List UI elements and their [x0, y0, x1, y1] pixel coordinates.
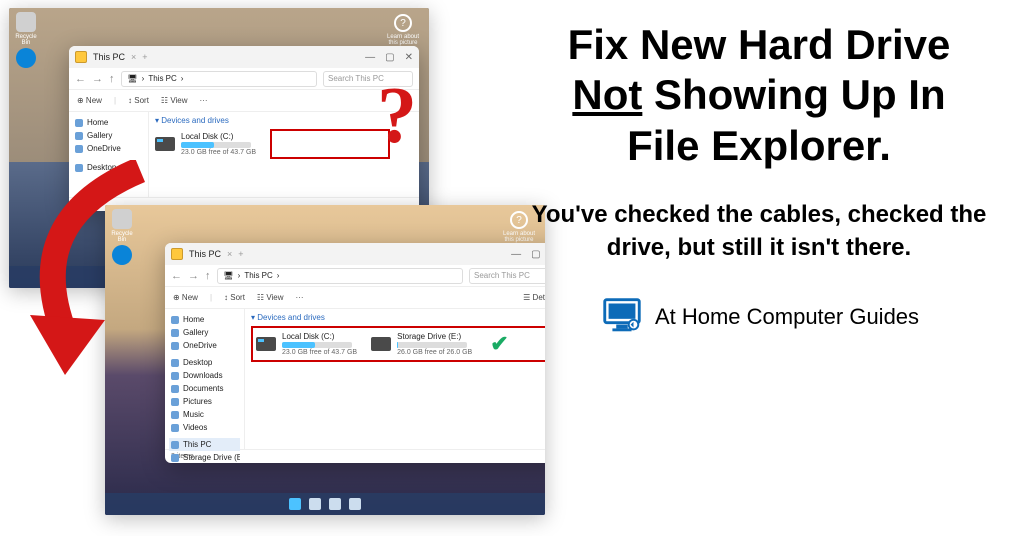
toolbar: ⊕ New | ↕ Sort ☷ View ··· ☰ Details — [165, 287, 545, 309]
titlebar: This PC × + — ▢ ✕ — [69, 46, 419, 68]
taskbar-explorer-icon[interactable] — [329, 498, 341, 510]
sidebar-item-storage-e[interactable]: Storage Drive (E:) — [169, 451, 240, 463]
forward-button[interactable]: → — [92, 73, 103, 85]
page-title: Fix New Hard Drive Not Showing Up In Fil… — [524, 20, 994, 171]
taskbar-search-icon[interactable] — [309, 498, 321, 510]
maximize-button[interactable]: ▢ — [385, 52, 394, 63]
start-button[interactable] — [289, 498, 301, 510]
drive-c[interactable]: Local Disk (C:) 23.0 GB free of 43.7 GB — [256, 331, 357, 357]
minimize-button[interactable]: — — [511, 249, 521, 260]
more-button[interactable]: ··· — [200, 96, 208, 105]
checkmark-icon: ✔ — [490, 331, 508, 357]
sidebar-item-gallery[interactable]: Gallery — [73, 129, 144, 142]
toolbar: ⊕ New | ↕ Sort ☷ View ··· — [69, 90, 419, 112]
forward-button[interactable]: → — [188, 270, 199, 282]
brand-label: At Home Computer Guides — [655, 304, 919, 330]
breadcrumb[interactable]: 🖥 › This PC › — [121, 71, 318, 87]
sort-button[interactable]: ↕ Sort — [224, 293, 245, 302]
edge-icon — [13, 48, 39, 70]
section-header: Devices and drives — [257, 313, 325, 322]
drive-c[interactable]: Local Disk (C:) 23.0 GB free of 43.7 GB — [155, 129, 256, 159]
question-mark-icon: ? — [377, 71, 417, 162]
window-title: This PC — [93, 52, 125, 62]
subheading: You've checked the cables, checked the d… — [524, 199, 994, 264]
section-header: Devices and drives — [161, 116, 229, 125]
disk-icon — [155, 137, 175, 151]
found-drive-callout: Local Disk (C:) 23.0 GB free of 43.7 GB … — [251, 326, 545, 362]
up-button[interactable]: ↑ — [205, 270, 211, 282]
taskbar-app-icon[interactable] — [349, 498, 361, 510]
monitor-icon — [599, 292, 645, 343]
recycle-bin-icon: Recycle Bin — [13, 12, 39, 46]
minimize-button[interactable]: — — [365, 52, 375, 63]
disk-icon — [371, 337, 391, 351]
close-button[interactable]: ✕ — [405, 52, 413, 63]
titlebar: This PC × + — ▢ ✕ — [165, 243, 545, 265]
sidebar-item-music[interactable]: Music — [169, 408, 240, 421]
up-button[interactable]: ↑ — [109, 73, 115, 85]
disk-icon — [256, 337, 276, 351]
headline-block: Fix New Hard Drive Not Showing Up In Fil… — [524, 20, 994, 343]
sidebar-item-thispc[interactable]: This PC — [169, 438, 240, 451]
brand-row: At Home Computer Guides — [524, 292, 994, 343]
address-bar-row: ← → ↑ 🖥 › This PC › Search This PC — [165, 265, 545, 287]
taskbar — [105, 493, 545, 515]
breadcrumb[interactable]: 🖥 › This PC › — [217, 268, 464, 284]
main-pane: ▾ Devices and drives Local Disk (C:) 23.… — [245, 309, 545, 449]
folder-icon — [75, 51, 87, 63]
sort-button[interactable]: ↕ Sort — [128, 96, 149, 105]
arrow-icon — [10, 160, 180, 380]
new-button[interactable]: ⊕ New — [77, 96, 102, 105]
sidebar-item-videos[interactable]: Videos — [169, 421, 240, 434]
more-button[interactable]: ··· — [296, 293, 304, 302]
sidebar-item-onedrive[interactable]: OneDrive — [73, 142, 144, 155]
missing-drive-callout — [270, 129, 390, 159]
learn-about-picture: Learn about this picture — [383, 14, 423, 46]
sidebar-item-pictures[interactable]: Pictures — [169, 395, 240, 408]
back-button[interactable]: ← — [75, 73, 86, 85]
view-button[interactable]: ☷ View — [257, 293, 284, 302]
drive-e[interactable]: Storage Drive (E:) 26.0 GB free of 26.0 … — [371, 331, 472, 357]
address-bar-row: ← → ↑ 🖥 › This PC › Search This PC — [69, 68, 419, 90]
sidebar-item-documents[interactable]: Documents — [169, 382, 240, 395]
sidebar-item-home[interactable]: Home — [73, 116, 144, 129]
file-explorer-after: This PC × + — ▢ ✕ ← → ↑ 🖥 › This PC › — [165, 243, 545, 463]
window-title: This PC — [189, 249, 221, 259]
view-button[interactable]: ☷ View — [161, 96, 188, 105]
